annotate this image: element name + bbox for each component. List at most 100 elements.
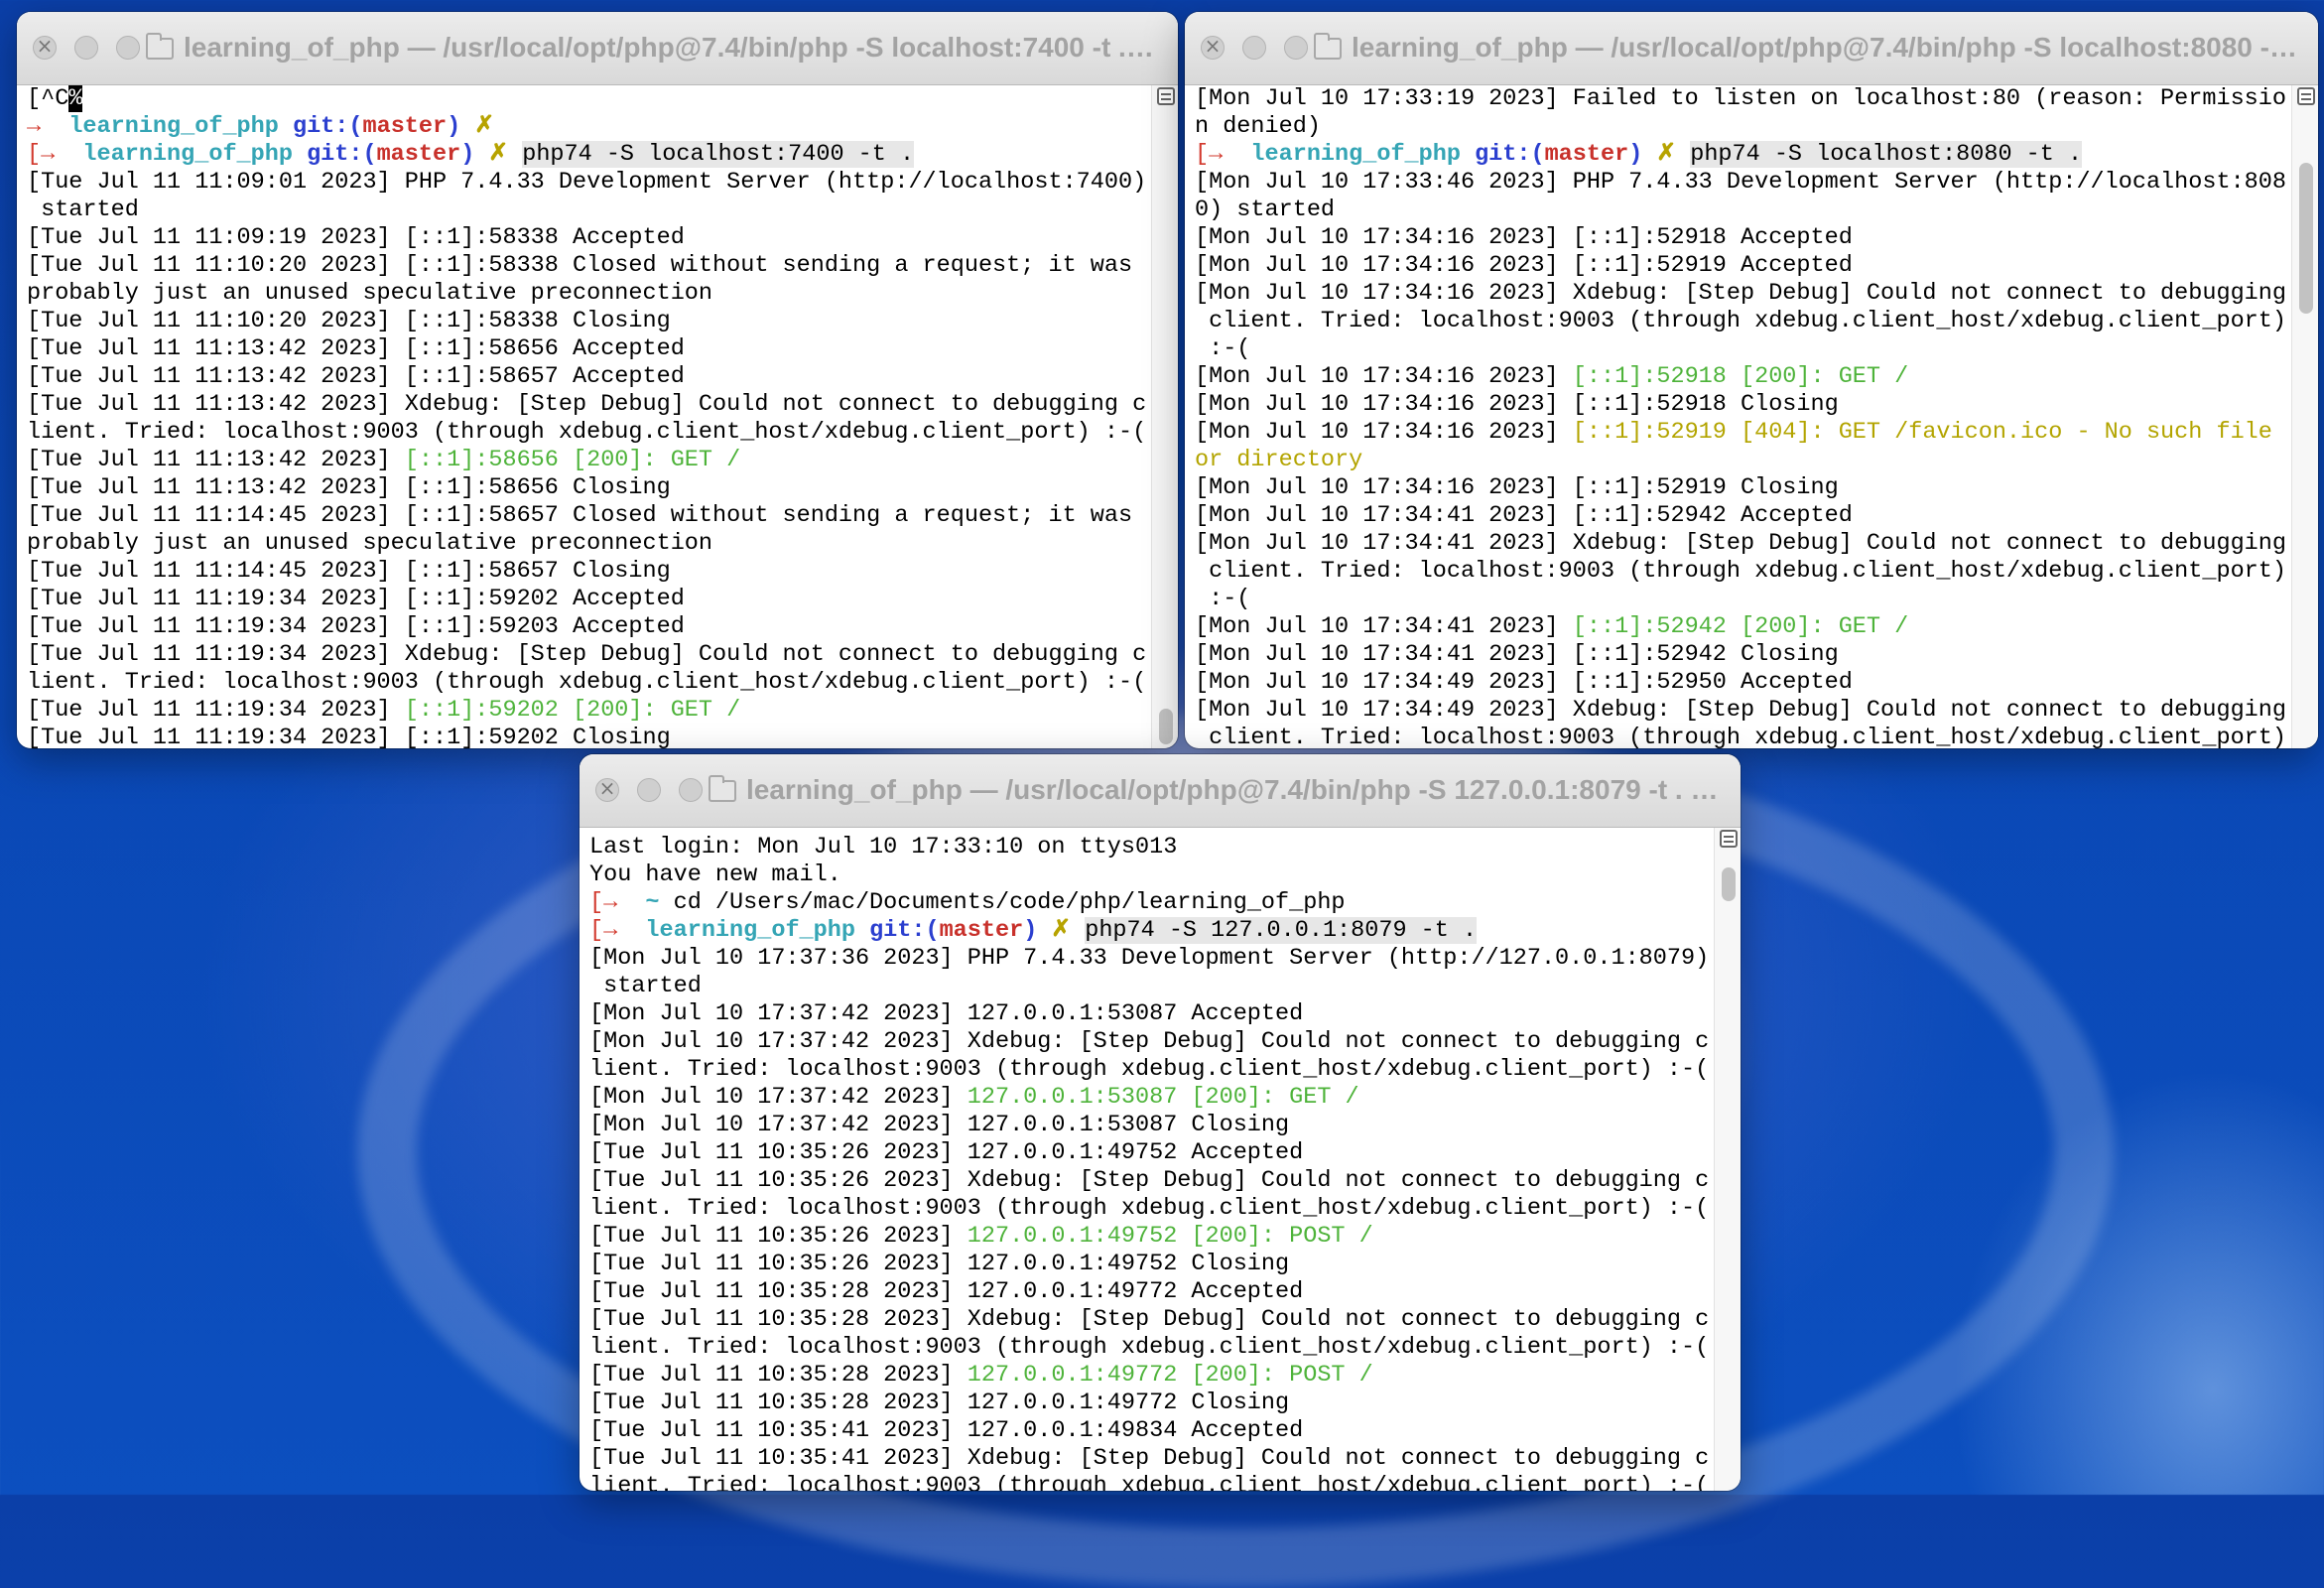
terminal-output[interactable]: [Mon Jul 10 17:33:19 2023] Failed to lis… bbox=[1185, 85, 2292, 748]
terminal-text: master bbox=[376, 141, 461, 168]
window-titlebar[interactable]: learning_of_php — /usr/local/opt/php@7.4… bbox=[580, 754, 1741, 828]
terminal-line: [Tue Jul 11 11:13:42 2023] Xdebug: [Step… bbox=[27, 391, 1152, 419]
terminal-line: [Mon Jul 10 17:37:36 2023] PHP 7.4.33 De… bbox=[589, 945, 1715, 973]
terminal-line: [Mon Jul 10 17:37:42 2023] 127.0.0.1:530… bbox=[589, 1084, 1715, 1112]
terminal-line: [Tue Jul 11 10:35:28 2023] 127.0.0.1:497… bbox=[589, 1278, 1715, 1306]
terminal-output[interactable]: Last login: Mon Jul 10 17:33:10 on ttys0… bbox=[580, 828, 1715, 1491]
window-title-text: learning_of_php — /usr/local/opt/php@7.4… bbox=[184, 32, 1158, 63]
command-text: php74 -S 127.0.0.1:8079 -t . bbox=[1085, 917, 1478, 944]
scrollbar-menu-icon[interactable] bbox=[1720, 830, 1738, 848]
zoom-icon[interactable] bbox=[679, 778, 703, 802]
terminal-line: [Tue Jul 11 10:35:28 2023] Xdebug: [Step… bbox=[589, 1306, 1715, 1334]
window-controls bbox=[33, 34, 140, 60]
terminal-line: [Tue Jul 11 11:13:42 2023] [::1]:58656 A… bbox=[27, 335, 1152, 363]
terminal-text: ✗ bbox=[1037, 917, 1086, 944]
terminal-line: You have new mail. bbox=[589, 861, 1715, 889]
terminal-text: [Tue Jul 11 10:35:28 2023] 127.0.0.1:497… bbox=[589, 1278, 1304, 1305]
close-icon[interactable] bbox=[33, 34, 57, 60]
terminal-line: Last login: Mon Jul 10 17:33:10 on ttys0… bbox=[589, 834, 1715, 861]
window-controls bbox=[1201, 34, 1308, 60]
terminal-text: ✗ bbox=[474, 141, 523, 168]
terminal-text: git:( bbox=[292, 113, 363, 140]
terminal-text: git:( bbox=[1475, 141, 1545, 168]
scrollbar-thumb[interactable] bbox=[2299, 163, 2313, 314]
command-text: php74 -S localhost:7400 -t . bbox=[522, 141, 915, 168]
scrollbar[interactable] bbox=[1151, 85, 1178, 748]
window-controls bbox=[595, 776, 703, 802]
window-title: learning_of_php — /usr/local/opt/php@7.4… bbox=[709, 774, 1721, 806]
window-title-text: learning_of_php — /usr/local/opt/php@7.4… bbox=[746, 774, 1721, 805]
window-titlebar[interactable]: learning_of_php — /usr/local/opt/php@7.4… bbox=[17, 12, 1178, 85]
terminal-text: [Tue Jul 11 11:19:34 2023] [::1]:59202 A… bbox=[27, 586, 685, 612]
terminal-window-8079[interactable]: learning_of_php — /usr/local/opt/php@7.4… bbox=[580, 754, 1741, 1491]
scrollbar-thumb[interactable] bbox=[1722, 867, 1736, 901]
terminal-text: [Mon Jul 10 17:34:16 2023] bbox=[1195, 419, 1573, 446]
terminal-text: [Mon Jul 10 17:34:49 2023] [::1]:52950 A… bbox=[1195, 669, 1853, 696]
terminal-text: ) bbox=[460, 141, 475, 168]
terminal-text: [Tue Jul 11 11:10:20 2023] [::1]:58338 C… bbox=[27, 308, 671, 334]
terminal-line: [Mon Jul 10 17:34:16 2023] [::1]:52918 A… bbox=[1195, 224, 2292, 252]
terminal-line: lient. Tried: localhost:9003 (through xd… bbox=[589, 1195, 1715, 1223]
terminal-window-8080[interactable]: learning_of_php — /usr/local/opt/php@7.4… bbox=[1185, 12, 2318, 748]
terminal-text: [Mon Jul 10 17:34:41 2023] [::1]:52942 A… bbox=[1195, 502, 1853, 529]
minimize-icon[interactable] bbox=[1242, 36, 1266, 60]
terminal-text: n denied) bbox=[1195, 113, 1321, 140]
window-titlebar[interactable]: learning_of_php — /usr/local/opt/php@7.4… bbox=[1185, 12, 2318, 85]
terminal-text: [Mon Jul 10 17:34:41 2023] [::1]:52942 C… bbox=[1195, 641, 1839, 668]
terminal-line: [→ learning_of_php git:(master) ✗ php74 … bbox=[589, 917, 1715, 945]
scrollbar[interactable] bbox=[1714, 828, 1741, 1491]
terminal-window-7400[interactable]: learning_of_php — /usr/local/opt/php@7.4… bbox=[17, 12, 1178, 748]
terminal-text: 0) started bbox=[1195, 197, 1336, 223]
terminal-text: :-( bbox=[1195, 335, 1251, 362]
terminal-text: master bbox=[362, 113, 448, 140]
terminal-text: [Mon Jul 10 17:34:16 2023] Xdebug: [Step… bbox=[1195, 280, 2286, 307]
terminal-text: [Tue Jul 11 10:35:28 2023] Xdebug: [Step… bbox=[589, 1306, 1710, 1333]
terminal-text: [Tue Jul 11 10:35:28 2023] bbox=[589, 1362, 968, 1389]
terminal-text: master bbox=[939, 917, 1024, 944]
terminal-line: probably just an unused speculative prec… bbox=[27, 530, 1152, 558]
scrollbar-thumb[interactable] bbox=[1159, 709, 1173, 744]
terminal-output[interactable]: [^C% → learning_of_php git:(master) ✗ [→ l… bbox=[17, 85, 1152, 748]
folder-icon bbox=[146, 33, 174, 60]
terminal-text: [→ bbox=[589, 917, 632, 944]
terminal-line: [Tue Jul 11 11:19:34 2023] Xdebug: [Step… bbox=[27, 641, 1152, 669]
terminal-line: started bbox=[589, 973, 1715, 1000]
terminal-line: [Mon Jul 10 17:37:42 2023] Xdebug: [Step… bbox=[589, 1028, 1715, 1056]
terminal-line: probably just an unused speculative prec… bbox=[27, 280, 1152, 308]
terminal-line: lient. Tried: localhost:9003 (through xd… bbox=[27, 419, 1152, 447]
close-icon[interactable] bbox=[1201, 34, 1225, 60]
scrollbar-menu-icon[interactable] bbox=[1157, 87, 1175, 105]
terminal-text: started bbox=[27, 197, 139, 223]
terminal-line: [Tue Jul 11 11:19:34 2023] [::1]:59203 A… bbox=[27, 613, 1152, 641]
minimize-icon[interactable] bbox=[637, 778, 661, 802]
terminal-text: [Mon Jul 10 17:34:41 2023] Xdebug: [Step… bbox=[1195, 530, 2286, 557]
terminal-line: [Tue Jul 11 10:35:41 2023] Xdebug: [Step… bbox=[589, 1445, 1715, 1473]
terminal-text: [::1]:52918 [200]: GET / bbox=[1572, 363, 1909, 390]
terminal-text: git:( bbox=[869, 917, 940, 944]
minimize-icon[interactable] bbox=[74, 36, 98, 60]
terminal-text: probably just an unused speculative prec… bbox=[27, 530, 713, 557]
terminal-text: [Tue Jul 11 11:13:42 2023] Xdebug: [Step… bbox=[27, 391, 1147, 418]
terminal-line: [Mon Jul 10 17:37:42 2023] 127.0.0.1:530… bbox=[589, 1112, 1715, 1139]
terminal-line: lient. Tried: localhost:9003 (through xd… bbox=[27, 669, 1152, 697]
scrollbar[interactable] bbox=[2291, 85, 2318, 748]
close-icon[interactable] bbox=[595, 776, 619, 802]
terminal-text: [Mon Jul 10 17:34:16 2023] [::1]:52919 C… bbox=[1195, 474, 1839, 501]
terminal-text: [Tue Jul 11 11:13:42 2023] [::1]:58657 A… bbox=[27, 363, 685, 390]
terminal-text: % bbox=[68, 85, 83, 112]
terminal-line: [Mon Jul 10 17:34:16 2023] [::1]:52919 C… bbox=[1195, 474, 2292, 502]
terminal-line: [Mon Jul 10 17:33:19 2023] Failed to lis… bbox=[1195, 85, 2292, 113]
scrollbar-menu-icon[interactable] bbox=[2297, 87, 2315, 105]
terminal-text: learning_of_php bbox=[1236, 141, 1476, 168]
terminal-line: [^C% bbox=[27, 85, 1152, 113]
zoom-icon[interactable] bbox=[1284, 36, 1308, 60]
terminal-line: [Tue Jul 11 10:35:26 2023] 127.0.0.1:497… bbox=[589, 1251, 1715, 1278]
terminal-line: [Tue Jul 11 11:10:20 2023] [::1]:58338 C… bbox=[27, 308, 1152, 335]
zoom-icon[interactable] bbox=[116, 36, 140, 60]
terminal-text: ✗ bbox=[1642, 141, 1691, 168]
terminal-text: [Tue Jul 11 10:35:41 2023] Xdebug: [Step… bbox=[589, 1445, 1710, 1472]
terminal-line: started bbox=[27, 197, 1152, 224]
terminal-line: [Mon Jul 10 17:34:16 2023] [::1]:52919 [… bbox=[1195, 419, 2292, 447]
terminal-text: :-( bbox=[1195, 586, 1251, 612]
terminal-text: [Tue Jul 11 11:09:19 2023] [::1]:58338 A… bbox=[27, 224, 685, 251]
